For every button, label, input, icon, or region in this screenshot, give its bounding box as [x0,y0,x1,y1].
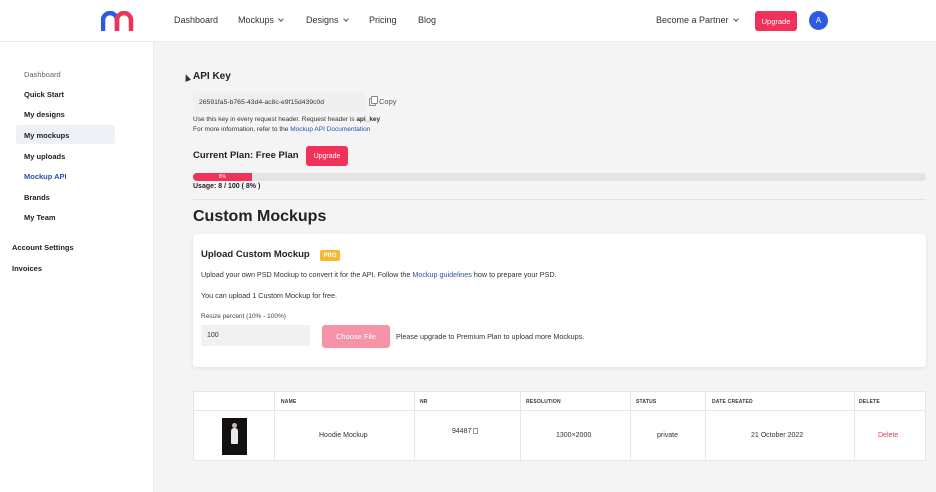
resize-label: Resize percent (10% - 100%) [201,313,286,320]
mockup-nr-value: 94487 [452,428,472,435]
th-nr: NR [420,399,428,405]
hint-text: Use this key in every request header. Re… [193,116,357,123]
column-divider [520,392,521,460]
copy-icon [369,95,378,106]
plan-upgrade-button[interactable]: Upgrade [306,146,348,166]
nav-label: Blog [418,15,437,25]
nav-mockups[interactable]: Mockups [238,15,284,25]
sidebar-item-invoices[interactable]: Invoices [12,264,42,273]
resize-percent-input[interactable] [201,325,310,346]
sidebar-item-brands[interactable]: Brands [24,193,50,202]
avatar[interactable]: A [809,11,828,30]
nav-dashboard[interactable]: Dashboard [174,15,218,25]
pro-badge: PRO [320,250,340,261]
header-upgrade-button[interactable]: Upgrade [755,11,797,31]
section-divider [193,199,926,200]
nav-label: Pricing [369,15,397,25]
mockup-status: private [657,432,679,439]
mockup-date-created: 21 October 2022 [751,432,804,439]
column-divider [630,392,631,460]
nav-blog[interactable]: Blog [418,15,436,25]
mouse-cursor-icon [182,73,192,82]
mockup-nr: 94487 [452,428,479,435]
top-header: Dashboard Mockups Designs Pricing Blog B… [0,0,936,42]
chevron-down-icon [278,15,284,22]
api-key-value: 26591fa5-b765-43d4-ac8c-e9f15d439c0d [199,98,325,106]
sidebar-item-account-settings[interactable]: Account Settings [12,243,74,252]
th-name: NAME [281,399,297,405]
delete-link[interactable]: Delete [878,432,898,439]
sidebar-item-mockup-api[interactable]: Mockup API [24,172,67,181]
desc-text: Upload your own PSD Mockup to convert it… [201,270,413,279]
current-plan-title: Current Plan: Free Plan [193,150,299,161]
upload-title: Upload Custom Mockup [201,249,310,260]
nav-label: Designs [306,15,339,25]
mockup-guidelines-link[interactable]: Mockup guidelines [412,270,472,279]
partner-label: Become a Partner [656,15,729,25]
choose-file-button[interactable]: Choose File [322,325,390,348]
usage-progress-bar: 8% [193,173,926,181]
nav-label: Mockups [238,15,275,25]
sidebar-item-my-team[interactable]: My Team [24,213,56,222]
copy-button[interactable]: Copy [369,95,397,106]
become-partner-menu[interactable]: Become a Partner [656,15,739,25]
sidebar-item-my-mockups[interactable]: My mockups [24,131,69,140]
column-divider [274,392,275,460]
column-divider [854,392,855,460]
thumbnail-figure-body [231,428,238,444]
custom-mockups-table: NAME NR RESOLUTION STATUS DATE CREATED D… [193,391,926,461]
mockup-name-link[interactable]: Hoodie Mockup [319,432,368,439]
desc-text: how to prepare your PSD. [471,270,557,279]
hint-header-name: api_key [356,116,381,123]
upgrade-note: Please upgrade to Premium Plan to upload… [396,332,585,341]
usage-text: Usage: 8 / 100 ( 8% ) [193,183,261,190]
sidebar-item-quick-start[interactable]: Quick Start [24,90,64,99]
api-docs-link[interactable]: Mockup API Documentation [290,126,370,133]
custom-mockups-title: Custom Mockups [193,208,327,225]
chevron-down-icon [732,15,739,22]
mockup-resolution: 1300×2000 [556,432,592,439]
api-key-title: API Key [193,71,231,82]
mockup-thumbnail[interactable] [222,418,247,455]
sidebar-item-dashboard[interactable]: Dashboard [24,70,61,79]
sidebar-item-my-uploads[interactable]: My uploads [24,152,65,161]
nav-pricing[interactable]: Pricing [369,15,397,25]
nav-label: Dashboard [174,15,219,25]
upload-description: Upload your own PSD Mockup to convert it… [201,270,557,279]
logo-icon[interactable] [101,11,136,31]
free-upload-note: You can upload 1 Custom Mockup for free. [201,291,337,300]
th-status: STATUS [636,399,657,405]
usage-progress-fill: 8% [193,173,252,181]
chevron-down-icon [342,15,349,22]
column-divider [705,392,706,460]
info-text: For more information, refer to the [193,126,291,133]
copy-label: Copy [379,97,397,106]
th-date-created: DATE CREATED [712,399,753,405]
nav-designs[interactable]: Designs [306,15,349,25]
api-key-hint: Use this key in every request header. Re… [193,116,380,123]
column-divider [414,392,415,460]
th-resolution: RESOLUTION [526,399,561,405]
api-doc-info: For more information, refer to the Mocku… [193,126,370,133]
th-delete: DELETE [859,399,880,405]
api-key-field[interactable]: 26591fa5-b765-43d4-ac8c-e9f15d439c0d [193,92,366,112]
copy-icon[interactable] [473,428,479,434]
sidebar-item-my-designs[interactable]: My designs [24,110,65,119]
